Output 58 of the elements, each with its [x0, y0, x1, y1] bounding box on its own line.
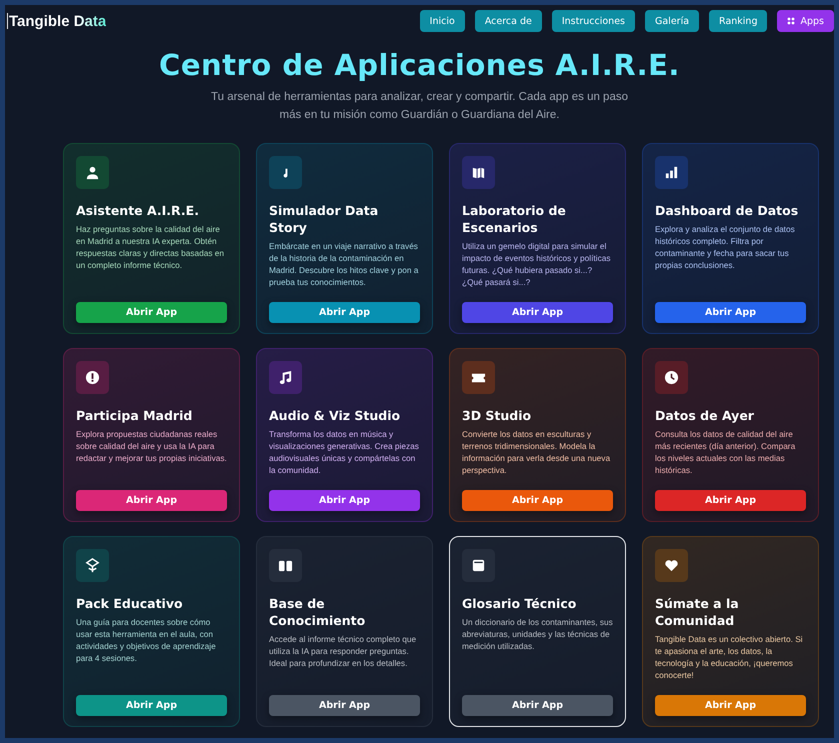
person-icon [76, 156, 109, 189]
music-icon [269, 361, 302, 394]
app-title: Laboratorio de Escenarios [462, 202, 567, 236]
app-description: Embárcate en un viaje narrativo a través de la historia de la contaminación en Madrid. Descubre los hitos clave y pon a prueba tus conocimientos. [269, 240, 420, 288]
grid-icon [787, 17, 796, 25]
open-app-button[interactable]: Abrir App [76, 302, 227, 323]
nav-button[interactable]: Apps [777, 10, 834, 32]
window-icon [462, 549, 495, 582]
nav-button[interactable]: Galería [645, 10, 700, 32]
ticket-icon [462, 361, 495, 394]
app-title: Asistente A.I.R.E. [76, 202, 200, 219]
note-icon [269, 156, 302, 189]
app-description: Consulta los datos de calidad del aire más recientes (día anterior). Compara los niveles actuales con las medias históricas. [655, 428, 796, 476]
open-app-button[interactable]: Abrir App [655, 490, 806, 511]
app-description: Explora propuestas ciudadanas reales sobre calidad del aire y usa la IA para redactar y mejorar tus propias iniciativas. [76, 428, 227, 464]
open-app-button[interactable]: Abrir App [655, 695, 806, 716]
open-app-button[interactable]: Abrir App [462, 695, 613, 716]
app-title: Base de Conocimiento [269, 595, 366, 629]
app-description: Convierte los datos en esculturas y terrenos tridimensionales. Modela la información para verla desde una nueva perspectiva. [462, 428, 612, 476]
app-description: Accede al informe técnico completo que utiliza la IA para responder preguntas. Ideal para profundizar en los detalles. [269, 633, 418, 669]
app-description: Utiliza un gemelo digital para simular el impacto de eventos históricos y políticas futuras. ¿Qué hubiera pasado si...? ¿Qué pasará si...? [462, 240, 612, 288]
app-title: Participa Madrid [76, 407, 194, 424]
open-app-button[interactable]: Abrir App [269, 302, 420, 323]
app-title: Glosario Técnico [462, 595, 578, 612]
app-title: Simulador Data Story [269, 202, 380, 236]
app-title: Datos de Ayer [655, 407, 755, 424]
open-app-button[interactable]: Abrir App [269, 490, 420, 511]
open-app-button[interactable]: Abrir App [462, 302, 613, 323]
tree-icon [76, 549, 109, 582]
app-description: Haz preguntas sobre la calidad del aire en Madrid a nuestra IA experta. Obtén respuestas claras y directas basadas en un completo informe técnico. [76, 223, 226, 271]
nav-button[interactable]: Ranking [709, 10, 768, 32]
map-icon [462, 156, 495, 189]
clock-icon [655, 361, 688, 394]
brand-logo[interactable]: Tangible Data [9, 12, 106, 30]
nav-button[interactable]: Instrucciones [552, 10, 635, 32]
app-title: 3D Studio [462, 407, 532, 424]
app-description: Explora y analiza el conjunto de datos históricos completo. Filtra por contaminante y fecha para sacar tus propias conclusiones. [655, 223, 796, 271]
nav-button[interactable]: Inicio [420, 10, 465, 32]
bar-chart-icon [655, 156, 688, 189]
app-title: Audio & Viz Studio [269, 407, 402, 424]
alert-icon [76, 361, 109, 394]
page-subtitle: Tu arsenal de herramientas para analizar, crear y compartir. Cada app es un paso más en tu misión como Guardián o Guardiana del Aire. [210, 90, 629, 123]
book-icon [269, 549, 302, 582]
open-app-button[interactable]: Abrir App [269, 695, 420, 716]
open-app-button[interactable]: Abrir App [655, 302, 806, 323]
open-app-button[interactable]: Abrir App [76, 490, 227, 511]
text-cursor [7, 13, 8, 29]
open-app-button[interactable]: Abrir App [462, 490, 613, 511]
app-description: Transforma los datos en música y visualizaciones generativas. Crea piezas audiovisuales únicas y compártelas con la comunidad. [269, 428, 420, 476]
app-title: Súmate a la Comunidad [655, 595, 740, 629]
open-app-button[interactable]: Abrir App [76, 695, 227, 716]
app-description: Tangible Data es un colectivo abierto. Si te apasiona el arte, los datos, la tecnología y la educación, ¡queremos conocerte! [655, 633, 804, 681]
app-description: Una guía para docentes sobre cómo usar esta herramienta en el aula, con actividades y objetivos de aprendizaje para 4 sesiones. [76, 616, 217, 664]
app-title: Pack Educativo [76, 595, 184, 612]
nav-button[interactable]: Acerca de [474, 10, 542, 32]
page-title: Centro de Aplicaciones A.I.R.E. [159, 48, 680, 82]
app-description: Un diccionario de los contaminantes, sus abreviaturas, unidades y las técnicas de medición utilizadas. [462, 616, 613, 652]
app-title: Dashboard de Datos [655, 202, 800, 219]
